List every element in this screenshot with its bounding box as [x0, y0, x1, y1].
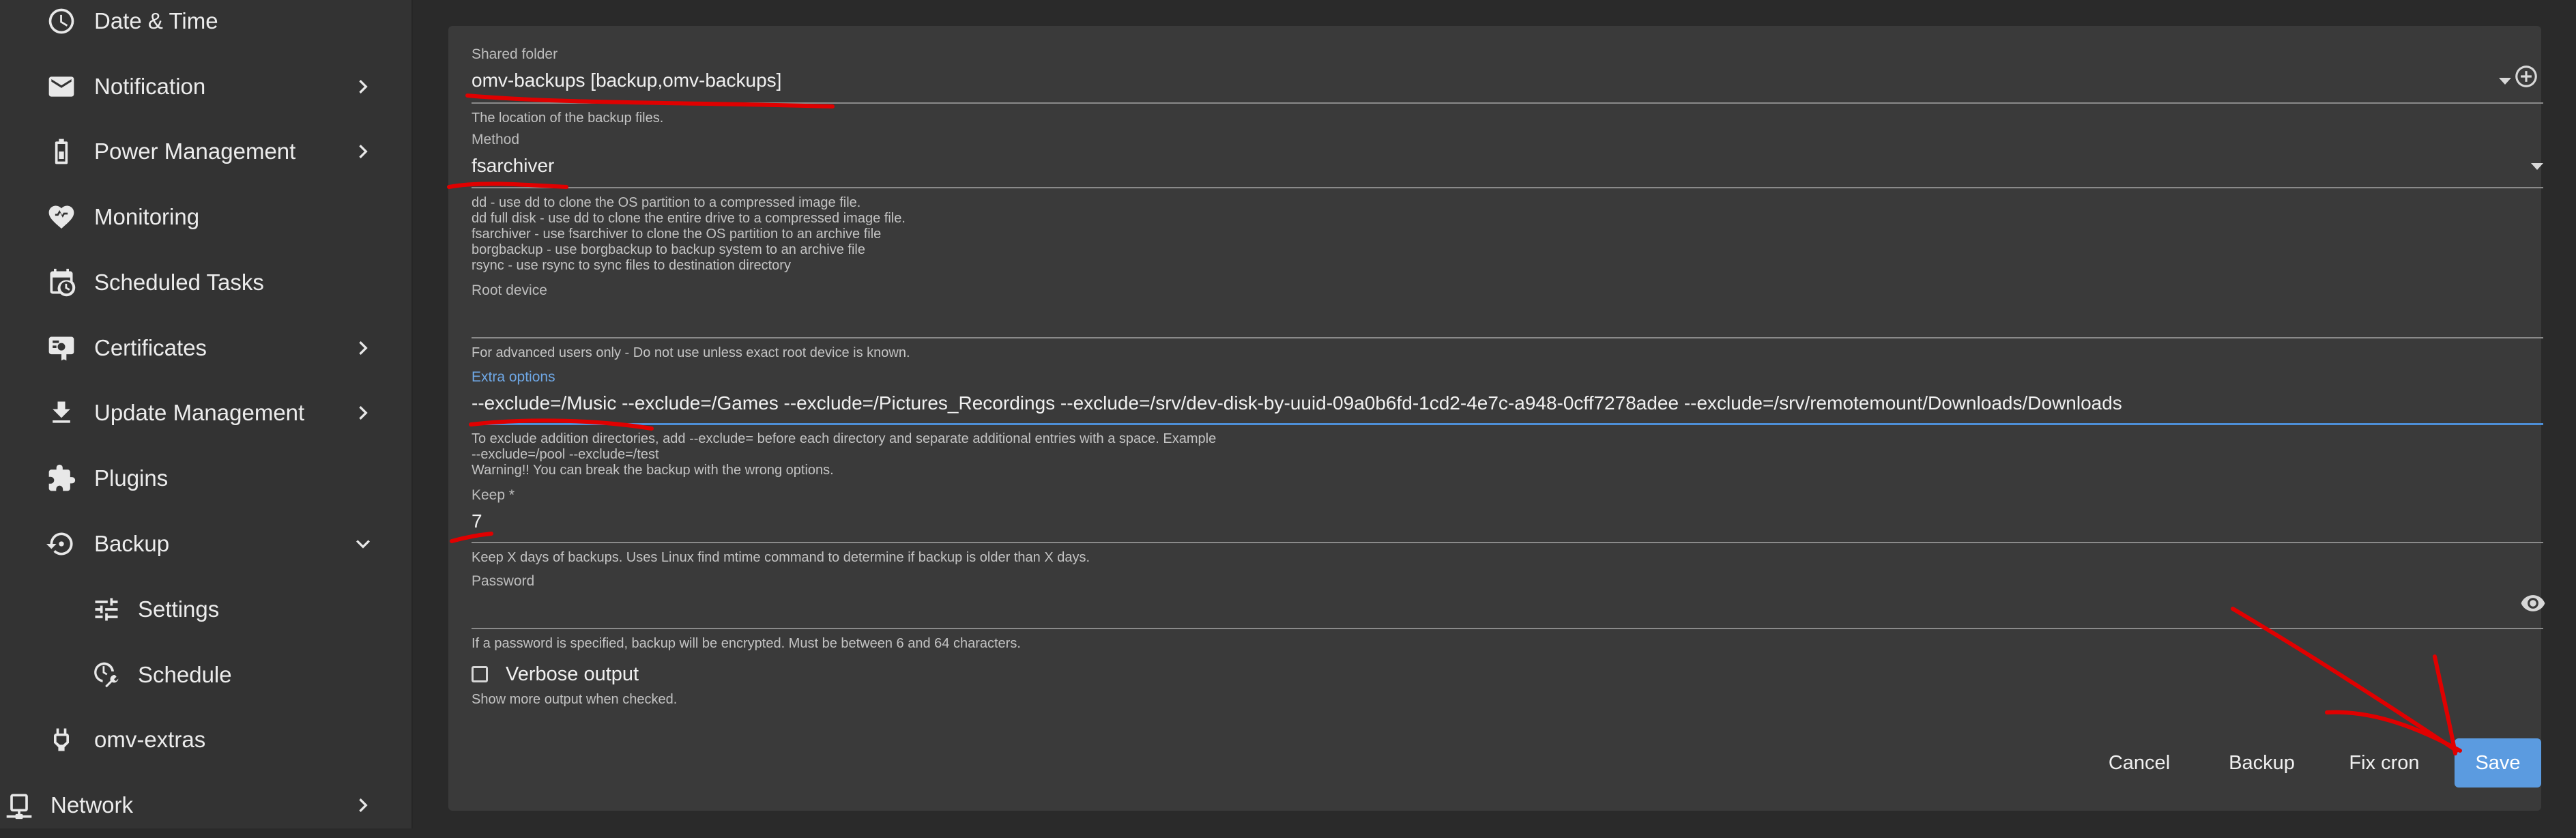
password-underline	[472, 628, 2543, 629]
main-content: Shared folder omv-backups [backup,omv-ba…	[413, 0, 2576, 828]
sidebar-item-certificates[interactable]: Certificates	[0, 315, 411, 381]
sidebar-item-label: Date & Time	[94, 8, 218, 33]
extra-options-hint-line: --exclude=/pool --exclude=/test	[472, 447, 659, 462]
plug-icon	[45, 723, 78, 756]
calendar-clock-icon	[45, 266, 78, 299]
chevron-right-icon	[349, 334, 377, 362]
root-device-input[interactable]	[472, 306, 2519, 329]
save-button[interactable]: Save	[2455, 738, 2541, 788]
sidebar-item-omv-extras[interactable]: omv-extras	[0, 707, 411, 772]
extra-options-input[interactable]: --exclude=/Music --exclude=/Games --excl…	[472, 392, 2122, 414]
backup-restore-icon	[45, 528, 78, 560]
keep-hint: Keep X days of backups. Uses Linux find …	[472, 550, 1090, 565]
download-icon	[45, 396, 78, 429]
shared-folder-underline	[472, 102, 2543, 104]
backup-settings-form: Shared folder omv-backups [backup,omv-ba…	[448, 26, 2545, 811]
method-hint-line: borgbackup - use borgbackup to backup sy…	[472, 242, 865, 257]
backup-button[interactable]: Backup	[2212, 738, 2311, 788]
method-hint-line: fsarchiver - use fsarchiver to clone the…	[472, 227, 882, 242]
chevron-right-icon	[349, 792, 377, 819]
sidebar-item-label: Power Management	[94, 139, 296, 164]
sidebar-item-label: Notification	[94, 74, 206, 99]
cancel-button[interactable]: Cancel	[2092, 738, 2187, 788]
sidebar-item-date-time[interactable]: Date & Time	[0, 0, 411, 54]
clock-icon	[45, 5, 78, 38]
puzzle-icon	[45, 462, 78, 495]
chevron-down-icon	[349, 530, 377, 558]
sidebar-item-notification[interactable]: Notification	[0, 54, 411, 119]
extra-options-hint-line: To exclude addition directories, add --e…	[472, 431, 1217, 446]
chevron-right-icon	[349, 399, 377, 427]
eye-icon[interactable]	[2519, 590, 2547, 617]
keep-input[interactable]: 7	[472, 510, 482, 532]
keep-underline	[472, 542, 2543, 543]
method-dropdown-arrow[interactable]	[2531, 163, 2543, 170]
add-circle-icon[interactable]	[2513, 63, 2540, 90]
method-label: Method	[472, 132, 520, 147]
shared-folder-dropdown-arrow[interactable]	[2499, 78, 2511, 85]
sidebar-item-label: Plugins	[94, 465, 169, 491]
method-underline	[472, 187, 2543, 188]
extra-options-hint-line: Warning!! You can break the backup with …	[472, 463, 834, 478]
mail-icon	[45, 70, 78, 103]
sidebar-item-backup-settings[interactable]: Settings	[0, 577, 411, 642]
password-hint: If a password is specified, backup will …	[472, 636, 1021, 651]
sidebar-item-backup-schedule[interactable]: Schedule	[0, 642, 411, 708]
sidebar-item-label: Monitoring	[94, 204, 200, 229]
root-device-underline	[472, 337, 2543, 338]
root-device-label: Root device	[472, 283, 547, 298]
shared-folder-hint: The location of the backup files.	[472, 111, 664, 126]
chevron-right-icon	[349, 73, 377, 100]
shared-folder-label: Shared folder	[472, 46, 558, 62]
sidebar-item-label: Network	[50, 792, 134, 818]
chevron-right-icon	[349, 138, 377, 165]
verbose-output-hint: Show more output when checked.	[472, 692, 678, 707]
battery-icon	[45, 135, 78, 168]
sidebar-item-label: Certificates	[94, 335, 207, 360]
extra-options-label: Extra options	[472, 369, 555, 385]
method-hint-line: dd full disk - use dd to clone the entir…	[472, 211, 906, 226]
sidebar: Date & Time Notification Power Managemen…	[0, 0, 413, 828]
sidebar-item-label: Backup	[94, 531, 170, 556]
fix-cron-button[interactable]: Fix cron	[2333, 738, 2435, 788]
tune-icon	[90, 593, 123, 626]
sidebar-item-label: omv-extras	[94, 727, 206, 752]
extra-options-underline	[472, 423, 2543, 425]
sidebar-item-label: Update Management	[94, 400, 305, 425]
sidebar-item-backup[interactable]: Backup	[0, 511, 411, 577]
shared-folder-select[interactable]: omv-backups [backup,omv-backups]	[472, 70, 781, 91]
sidebar-item-label: Schedule	[138, 662, 232, 687]
method-hint-line: dd - use dd to clone the OS partition to…	[472, 195, 861, 210]
password-label: Password	[472, 573, 535, 589]
password-input[interactable]	[472, 596, 2485, 620]
sidebar-item-monitoring[interactable]: Monitoring	[0, 184, 411, 250]
heart-pulse-icon	[45, 201, 78, 233]
sidebar-item-label: Settings	[138, 596, 220, 622]
root-device-hint: For advanced users only - Do not use unl…	[472, 345, 910, 360]
network-icon	[3, 789, 35, 822]
clock-wrench-icon	[90, 659, 123, 691]
sidebar-item-scheduled-tasks[interactable]: Scheduled Tasks	[0, 250, 411, 315]
verbose-output-label: Verbose output	[506, 663, 639, 685]
keep-label: Keep *	[472, 487, 515, 503]
method-select[interactable]: fsarchiver	[472, 155, 554, 177]
verbose-output-checkbox[interactable]	[472, 666, 488, 682]
certificate-icon	[45, 332, 78, 364]
sidebar-item-update-management[interactable]: Update Management	[0, 380, 411, 446]
sidebar-item-power-management[interactable]: Power Management	[0, 119, 411, 184]
sidebar-item-plugins[interactable]: Plugins	[0, 446, 411, 511]
method-hint-line: rsync - use rsync to sync files to desti…	[472, 258, 791, 273]
sidebar-item-label: Scheduled Tasks	[94, 270, 264, 295]
